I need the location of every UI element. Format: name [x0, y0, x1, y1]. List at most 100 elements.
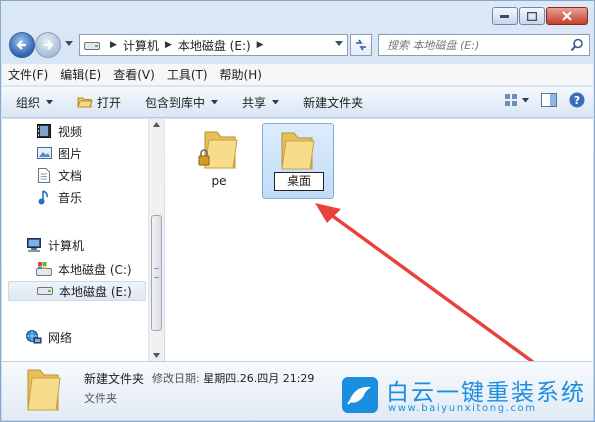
menu-edit[interactable]: 编辑(E)	[60, 66, 101, 83]
new-folder-label: 新建文件夹	[303, 95, 364, 110]
sidebar-item-label: 本地磁盘 (E:)	[59, 284, 132, 299]
locked-folder-icon	[198, 131, 238, 169]
breadcrumb-separator[interactable]: ▶	[165, 40, 172, 50]
sidebar-item-label: 计算机	[48, 238, 85, 253]
modified-date-value: 星期四.26.四月 21:29	[203, 372, 315, 385]
watermark-title: 白云一键重装系统	[386, 380, 586, 406]
rename-input[interactable]: 桌面	[274, 172, 324, 191]
share-label: 共享	[242, 95, 267, 110]
network-icon	[26, 329, 42, 345]
video-icon	[36, 123, 52, 139]
watermark-logo: 白云一键重装系统 www.baiyunxitong.com	[342, 373, 592, 419]
sidebar-item-label: 视频	[58, 124, 83, 139]
svg-text:?: ?	[574, 94, 580, 107]
search-icon[interactable]	[570, 38, 584, 52]
refresh-button[interactable]	[350, 34, 372, 56]
navigation-scrollbar[interactable]	[148, 119, 164, 361]
chevron-down-icon	[211, 99, 219, 104]
view-grid-icon	[505, 94, 517, 106]
selected-item-name: 新建文件夹	[84, 372, 145, 386]
watermark-url: www.baiyunxitong.com	[388, 403, 537, 414]
menu-help[interactable]: 帮助(H)	[220, 66, 262, 83]
open-folder-icon	[77, 97, 93, 108]
menu-bar: 文件(F) 编辑(E) 查看(V) 工具(T) 帮助(H)	[2, 64, 593, 86]
minimize-icon	[500, 15, 509, 18]
sidebar-item-label: 图片	[58, 146, 83, 161]
file-name: pe	[211, 174, 227, 188]
file-item-pe[interactable]: pe	[183, 123, 255, 188]
modified-date-label: 修改日期:	[152, 372, 200, 385]
drive-icon	[84, 42, 100, 50]
command-bar: 组织 打开 包含到库中 共享 新建文件夹 ?	[2, 87, 593, 118]
sidebar-item-drive-e[interactable]: 本地磁盘 (E:)	[8, 281, 146, 301]
file-item-desktop[interactable]: 桌面	[262, 123, 334, 199]
search-input[interactable]	[387, 38, 567, 52]
preview-pane-icon	[541, 93, 557, 107]
forward-button[interactable]	[35, 32, 61, 58]
forward-arrow-icon	[44, 40, 54, 50]
breadcrumb-drive-e[interactable]: 本地磁盘 (E:)	[178, 37, 251, 54]
breadcrumb-separator[interactable]: ▶	[110, 40, 117, 50]
address-bar[interactable]: ▶ 计算机 ▶ 本地磁盘 (E:) ▶	[79, 34, 348, 56]
new-folder-button[interactable]: 新建文件夹	[303, 94, 363, 111]
picture-icon	[36, 145, 52, 161]
menu-file[interactable]: 文件(F)	[8, 66, 48, 83]
scroll-up-icon[interactable]	[153, 122, 160, 127]
sidebar-item-label: 本地磁盘 (C:)	[58, 262, 132, 277]
close-icon	[562, 11, 572, 21]
close-button[interactable]	[546, 7, 588, 25]
share-button[interactable]: 共享	[242, 94, 280, 111]
sidebar-item-documents[interactable]: 文档	[36, 165, 82, 185]
include-in-library-button[interactable]: 包含到库中	[145, 94, 219, 111]
scrollbar-thumb[interactable]	[151, 215, 162, 331]
sidebar-item-computer[interactable]: 计算机	[26, 235, 84, 255]
navigation-pane: 视频 图片 文档 音乐 计算机 本地磁盘 (C:) 本地磁盘 (E:) 网络	[2, 119, 148, 361]
back-button[interactable]	[9, 32, 35, 58]
open-label: 打开	[97, 95, 122, 110]
preview-pane-button[interactable]	[541, 93, 557, 107]
chevron-down-icon	[522, 97, 529, 102]
sidebar-item-pictures[interactable]: 图片	[36, 143, 82, 163]
organize-label: 组织	[16, 95, 41, 110]
address-row: ▶ 计算机 ▶ 本地磁盘 (E:) ▶	[7, 32, 590, 58]
document-icon	[36, 167, 52, 183]
sidebar-item-videos[interactable]: 视频	[36, 121, 82, 141]
include-in-library-label: 包含到库中	[145, 95, 206, 110]
sidebar-item-label: 音乐	[58, 190, 83, 205]
recent-pages-chevron-icon[interactable]	[65, 41, 73, 47]
selected-item-type: 文件夹	[84, 392, 117, 405]
back-arrow-icon	[16, 40, 26, 50]
window-controls	[491, 7, 588, 25]
drive-icon	[37, 283, 53, 299]
refresh-icon	[356, 39, 366, 51]
menu-tools[interactable]: 工具(T)	[167, 66, 208, 83]
organize-button[interactable]: 组织	[16, 94, 54, 111]
sidebar-item-network[interactable]: 网络	[26, 327, 72, 347]
menu-view[interactable]: 查看(V)	[113, 66, 155, 83]
music-icon	[36, 189, 52, 205]
folder-icon	[27, 369, 61, 411]
change-view-button[interactable]	[505, 94, 529, 106]
view-controls: ?	[493, 92, 585, 108]
breadcrumb-separator[interactable]: ▶	[257, 40, 264, 50]
modified-date: 修改日期: 星期四.26.四月 21:29	[152, 370, 314, 386]
search-box[interactable]	[378, 34, 590, 56]
breadcrumb-computer[interactable]: 计算机	[123, 37, 159, 54]
minimize-button[interactable]	[492, 7, 518, 25]
help-button[interactable]: ?	[569, 92, 585, 108]
sidebar-item-label: 文档	[58, 168, 83, 183]
sidebar-item-drive-c[interactable]: 本地磁盘 (C:)	[36, 259, 132, 279]
system-drive-icon	[36, 261, 52, 277]
sidebar-item-music[interactable]: 音乐	[36, 187, 82, 207]
scroll-down-icon[interactable]	[153, 353, 160, 358]
maximize-button[interactable]	[519, 7, 545, 25]
chevron-down-icon	[46, 99, 54, 104]
address-dropdown-icon[interactable]	[335, 41, 343, 47]
open-button[interactable]: 打开	[77, 94, 121, 111]
explorer-window: ▶ 计算机 ▶ 本地磁盘 (E:) ▶ 文件(F) 编辑(E) 查看(V) 工具…	[0, 0, 595, 422]
maximize-icon	[527, 11, 537, 21]
annotation-arrow	[315, 203, 535, 364]
scrollbar-grip	[154, 268, 159, 278]
bird-logo-icon	[342, 377, 378, 413]
sidebar-item-label: 网络	[48, 330, 73, 345]
